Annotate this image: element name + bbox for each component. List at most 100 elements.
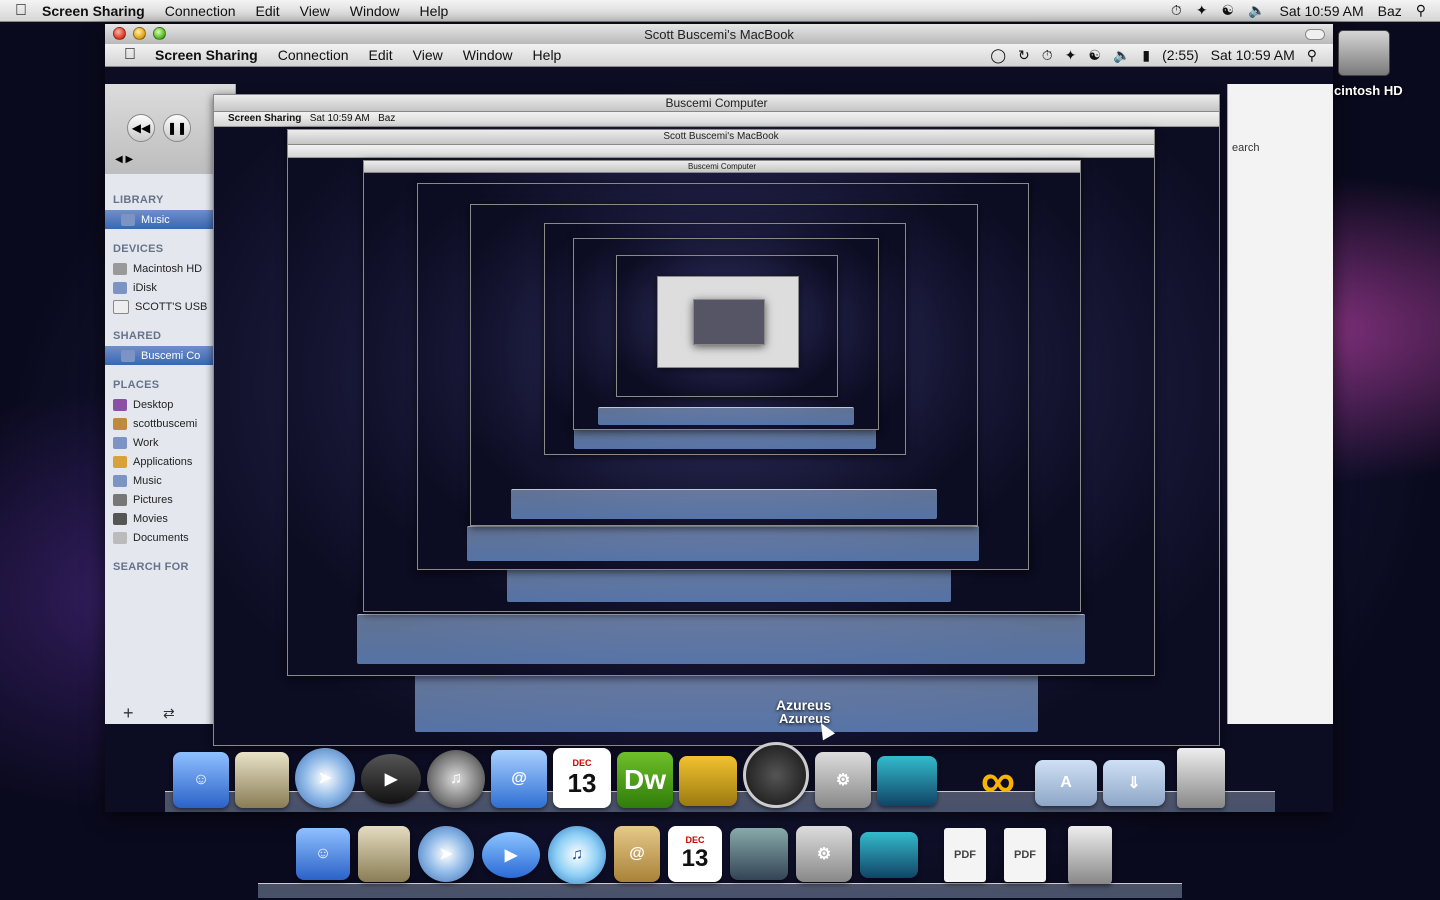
remote-apple-icon[interactable]:  — [105, 46, 155, 64]
wifi-icon[interactable]: ☯ — [1222, 2, 1235, 19]
host-dock-shelf — [258, 883, 1182, 898]
menu-help[interactable]: Help — [420, 3, 449, 19]
nested-dock-level-8 — [598, 407, 854, 426]
back-forward-buttons[interactable]: ◀ ▶ — [115, 154, 133, 165]
nested-menu-user: Baz — [378, 113, 396, 124]
dreamweaver-icon[interactable]: Dw — [617, 752, 673, 808]
iphoto-icon[interactable] — [730, 828, 788, 880]
window-titlebar[interactable]: Scott Buscemi's MacBook — [105, 24, 1333, 45]
bluetooth-icon[interactable]: ✦ — [1196, 2, 1208, 19]
pdf-document-icon[interactable]: PDF — [944, 828, 986, 882]
search-field[interactable]: earch — [1232, 142, 1260, 154]
spaces-icon[interactable] — [877, 756, 937, 806]
safari-icon[interactable]: ➤ — [418, 826, 474, 882]
nested-screen-level-6 — [470, 204, 978, 526]
nested-menubar-level-2: Screen Sharing Sat 10:59 AM Baz — [214, 112, 1219, 127]
desktop-hd-label[interactable]: cintosh HD — [1334, 83, 1403, 98]
music-note-icon — [121, 213, 135, 226]
home-icon — [113, 417, 127, 430]
remote-sync-icon[interactable]: ↻ — [1018, 47, 1030, 64]
nested-dock-level-7 — [573, 427, 877, 450]
sidebar-item-label: Desktop — [133, 398, 174, 411]
toast-icon[interactable]: ∞ — [967, 755, 1029, 808]
remote-screen[interactable]:  Screen Sharing Connection Edit View Wi… — [105, 44, 1333, 812]
address-book-icon[interactable]: @ — [614, 826, 660, 882]
remote-menu-window[interactable]: Window — [463, 47, 513, 63]
preview-icon[interactable] — [358, 826, 410, 882]
shuffle-icon[interactable]: ⇄ — [163, 705, 175, 722]
time-machine-icon[interactable]: ⏱ — [1171, 2, 1182, 19]
trash-icon[interactable] — [1177, 748, 1225, 808]
rewind-button[interactable]: ◀◀ — [127, 114, 155, 142]
sidebar-item-label: Music — [141, 213, 170, 226]
add-button[interactable]: + — [123, 703, 134, 724]
system-preferences-icon[interactable]: ⚙ — [796, 826, 852, 882]
menubar-user[interactable]: Baz — [1378, 3, 1402, 19]
menu-app-name[interactable]: Screen Sharing — [42, 3, 145, 19]
remote-menu-connection[interactable]: Connection — [278, 47, 349, 63]
close-button[interactable] — [113, 27, 126, 40]
ical-month: DEC — [685, 835, 705, 845]
ichat-icon[interactable]: ▶ — [482, 832, 540, 878]
toolbar-toggle-button[interactable] — [1305, 29, 1325, 40]
remote-bluetooth-icon[interactable]: ✦ — [1065, 47, 1077, 64]
computer-icon — [121, 349, 135, 362]
trash-icon[interactable] — [1068, 826, 1112, 884]
ical-day: 13 — [567, 767, 597, 798]
window-title: Scott Buscemi's MacBook — [644, 26, 794, 42]
remote-spotlight-icon[interactable]: ⚲ — [1307, 47, 1317, 64]
remote-ichat-status-icon[interactable]: ◯ — [990, 47, 1006, 64]
minimize-button[interactable] — [133, 27, 146, 40]
nested-screen-level-9 — [616, 255, 838, 397]
menu-window[interactable]: Window — [350, 3, 400, 19]
preview-icon[interactable] — [235, 752, 289, 808]
pdf-label: PDF — [1014, 849, 1036, 861]
remote-time-machine-icon[interactable]: ⏱ — [1042, 47, 1053, 64]
menu-view[interactable]: View — [300, 3, 330, 19]
menu-connection[interactable]: Connection — [165, 3, 236, 19]
pdf-document-icon[interactable]: PDF — [1004, 828, 1046, 882]
pause-button[interactable]: ❚❚ — [163, 114, 191, 142]
transmit-truck-icon[interactable] — [679, 756, 737, 806]
remote-menu-edit[interactable]: Edit — [369, 47, 393, 63]
itunes-icon[interactable]: ♫ — [548, 826, 606, 884]
apple-menu-icon[interactable]:  — [0, 2, 42, 20]
finder-icon[interactable]: ☺ — [173, 752, 229, 808]
menubar-clock[interactable]: Sat 10:59 AM — [1280, 3, 1364, 19]
sidebar-item-label: Movies — [133, 512, 168, 525]
finder-icon[interactable]: ☺ — [296, 828, 350, 880]
nested-dock-level-3 — [357, 614, 1085, 665]
remote-menu-app-name[interactable]: Screen Sharing — [155, 47, 258, 63]
camera-icon — [113, 493, 127, 506]
nested-title-level-3: Scott Buscemi's MacBook — [288, 130, 1154, 145]
downloads-folder-icon[interactable]: ⇓ — [1103, 760, 1165, 806]
host-dock: ☺ ➤ ▶ ♫ @ DEC 13 ⚙ PDF PDF — [258, 818, 1182, 898]
system-preferences-icon[interactable]: ⚙ — [815, 752, 871, 808]
zoom-button[interactable] — [153, 27, 166, 40]
menu-edit[interactable]: Edit — [256, 3, 280, 19]
remote-menubar:  Screen Sharing Connection Edit View Wi… — [105, 44, 1333, 67]
idisk-icon — [113, 281, 127, 294]
sidebar-item-label: Music — [133, 474, 162, 487]
ichat-video-icon[interactable]: ▶ — [361, 754, 421, 804]
desktop-icon — [113, 398, 127, 411]
volume-icon[interactable]: 🔈 — [1248, 2, 1265, 19]
remote-menu-view[interactable]: View — [413, 47, 443, 63]
remote-menu-help[interactable]: Help — [533, 47, 562, 63]
remote-battery-icon[interactable]: ▮ — [1142, 47, 1150, 64]
mail-icon[interactable]: @ — [491, 750, 547, 808]
applications-folder-icon[interactable]: A — [1035, 760, 1097, 806]
spotlight-icon[interactable]: ⚲ — [1416, 2, 1426, 19]
spaces-icon[interactable] — [860, 832, 918, 878]
ical-icon[interactable]: DEC 13 — [553, 748, 611, 808]
dharma-icon[interactable] — [743, 742, 809, 808]
safari-icon[interactable]: ➤ — [295, 748, 355, 808]
remote-volume-icon[interactable]: 🔈 — [1113, 47, 1130, 64]
ical-icon[interactable]: DEC 13 — [668, 826, 722, 882]
remote-wifi-icon[interactable]: ☯ — [1088, 47, 1101, 64]
hard-drive-icon[interactable] — [1338, 30, 1390, 76]
nested-screen-level-7 — [544, 223, 906, 455]
nested-dock-level-2 — [415, 672, 1039, 732]
remote-clock[interactable]: Sat 10:59 AM — [1211, 47, 1295, 63]
itunes-icon[interactable]: ♫ — [427, 750, 485, 808]
